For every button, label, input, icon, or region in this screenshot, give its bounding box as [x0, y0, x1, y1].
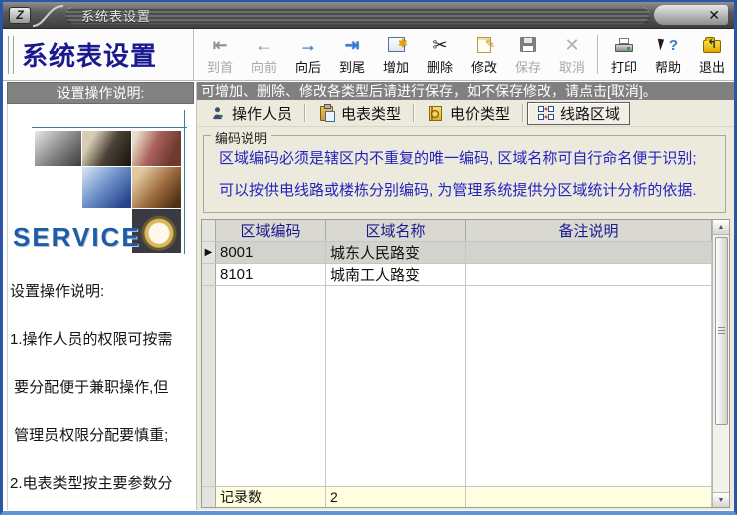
instructions-text: 设置操作说明: 1.操作人员的权限可按需 要分配便于兼职操作,但 管理员权限分配…: [10, 252, 194, 510]
prev-record-button[interactable]: ← 向前: [242, 29, 286, 80]
app-title-panel: 系统表设置: [3, 29, 194, 80]
record-count-value: 2: [326, 487, 466, 507]
scroll-up-icon[interactable]: ▲: [713, 220, 729, 235]
save-button[interactable]: 保存: [506, 29, 550, 80]
scroll-down-icon[interactable]: ▼: [713, 492, 729, 507]
grid-footer-row: 记录数 2: [202, 486, 712, 507]
exit-button[interactable]: ↰ 退出: [690, 29, 734, 80]
app-logo-icon: Z: [9, 7, 31, 24]
table-row[interactable]: ▶ 8001 城东人民路变: [202, 242, 712, 264]
tab-line-regions[interactable]: 线路区域: [527, 102, 630, 125]
toolbar-gripper: [6, 36, 9, 74]
collage-hand-image: [132, 167, 181, 208]
prev-record-icon: ←: [255, 34, 273, 56]
toolbar: 系统表设置 ⇤ 到首 ← 向前 → 向后 ⇥ 到尾 ✱: [3, 29, 734, 81]
next-record-button[interactable]: → 向后: [286, 29, 330, 80]
tab-meter-types[interactable]: 电表类型: [309, 102, 410, 125]
exit-folder-icon: ↰: [703, 34, 721, 56]
column-header-name[interactable]: 区域名称: [326, 220, 466, 241]
decor-line-horizontal: [32, 127, 187, 128]
vertical-scrollbar[interactable]: ▲ ▼: [712, 220, 729, 507]
printer-icon: [615, 34, 633, 56]
region-blocks-icon: [537, 105, 554, 122]
sidebar-header: 设置操作说明:: [7, 82, 194, 104]
price-book-icon: [427, 105, 444, 122]
cell-code: 8001: [216, 242, 326, 263]
cell-code: 8101: [216, 264, 326, 285]
grid-empty-area: [202, 286, 712, 486]
titlebar-curve-left: [31, 2, 65, 28]
tab-price-types[interactable]: 电价类型: [418, 102, 519, 125]
edit-note-icon: ✎: [477, 34, 491, 56]
column-header-code[interactable]: 区域编码: [216, 220, 326, 241]
first-record-icon: ⇤: [212, 34, 227, 56]
row-indicator: [202, 264, 216, 285]
last-record-button[interactable]: ⇥ 到尾: [330, 29, 374, 80]
window-title: 系统表设置: [81, 6, 151, 25]
help-button[interactable]: ? 帮助: [646, 29, 690, 80]
main-area: 设置操作说明: SERVICE 设置操作说明: 1.操作人员的权限可按需 要分配…: [3, 81, 734, 511]
toolbar-separator: [597, 35, 599, 74]
collage-tools-image: [35, 131, 81, 166]
cancel-button[interactable]: ✕ 取消: [550, 29, 594, 80]
cell-note: [466, 242, 712, 263]
tab-separator: [304, 104, 306, 122]
add-grid-icon: ✱: [388, 34, 405, 56]
region-grid: 区域编码 区域名称 备注说明 ▶ 8001 城东人民路变 8101 城南工人路变: [201, 219, 730, 508]
first-record-button[interactable]: ⇤ 到首: [198, 29, 242, 80]
grid-corner: [202, 220, 216, 241]
close-icon[interactable]: ✕: [708, 8, 720, 22]
groupbox-line: 区域编码必须是辖区内不重复的唯一编码, 区域名称可自行命名便于识别;: [219, 147, 725, 168]
category-tabs: 操作人员 电表类型 电价类型: [197, 100, 734, 127]
help-cursor-icon: ?: [658, 34, 678, 56]
floppy-icon: [520, 34, 536, 56]
collage-keyboard-image: [82, 167, 131, 208]
cancel-x-icon: ✕: [564, 34, 579, 56]
last-record-icon: ⇥: [344, 34, 359, 56]
next-record-icon: →: [299, 34, 317, 56]
notice-bar: 可增加、删除、修改各类型后请进行保存，如不保存修改，请点击[取消]。: [197, 82, 734, 100]
grid-header-row: 区域编码 区域名称 备注说明: [202, 220, 712, 242]
page-title: 系统表设置: [22, 36, 157, 73]
toolbar-gripper: [11, 36, 14, 74]
table-row[interactable]: 8101 城南工人路变: [202, 264, 712, 286]
app-window: Z 系统表设置 ✕ 系统表设置 ⇤ 到首 ← 向前 →: [0, 0, 737, 515]
record-count-label: 记录数: [216, 487, 326, 507]
grid-body: 区域编码 区域名称 备注说明 ▶ 8001 城东人民路变 8101 城南工人路变: [202, 220, 712, 507]
clipboard-icon: [318, 105, 335, 122]
content-panel: 可增加、删除、修改各类型后请进行保存，如不保存修改，请点击[取消]。 操作人员 …: [196, 82, 734, 510]
modify-button[interactable]: ✎ 修改: [462, 29, 506, 80]
sidebar-body: SERVICE 设置操作说明: 1.操作人员的权限可按需 要分配便于兼职操作,但…: [7, 104, 194, 510]
column-header-note[interactable]: 备注说明: [466, 220, 712, 241]
cell-name: 城东人民路变: [326, 242, 466, 263]
groupbox-line: 可以按供电线路或楼栋分别编码, 为管理系统提供分区域统计分析的依据.: [219, 179, 725, 200]
print-button[interactable]: 打印: [602, 29, 646, 80]
coding-note-groupbox: 编码说明 区域编码必须是辖区内不重复的唯一编码, 区域名称可自行命名便于识别; …: [203, 135, 726, 213]
tab-separator: [413, 104, 415, 122]
titlebar: Z 系统表设置 ✕: [3, 2, 734, 29]
tab-separator: [522, 104, 524, 122]
service-logo-text: SERVICE: [13, 222, 141, 253]
titlebar-band: 系统表设置: [65, 6, 650, 25]
scrollbar-thumb[interactable]: [715, 237, 728, 425]
collage-pen-image: [82, 131, 131, 166]
sidebar: 设置操作说明: SERVICE 设置操作说明: 1.操作人员的权限可按需 要分配…: [7, 82, 194, 510]
tab-operators[interactable]: 操作人员: [200, 102, 301, 125]
titlebar-right: ✕: [654, 5, 728, 25]
scissors-icon: ✂: [432, 34, 447, 56]
toolbar-buttons: ⇤ 到首 ← 向前 → 向后 ⇥ 到尾 ✱ 增加 ✂: [194, 29, 734, 80]
add-button[interactable]: ✱ 增加: [374, 29, 418, 80]
cell-note: [466, 264, 712, 285]
row-marker-icon: ▶: [202, 242, 216, 263]
groupbox-title: 编码说明: [211, 128, 271, 147]
decor-line-vertical: [184, 110, 185, 254]
cell-name: 城南工人路变: [326, 264, 466, 285]
person-icon: [209, 105, 226, 122]
collage-straps-image: [132, 131, 181, 166]
delete-button[interactable]: ✂ 删除: [418, 29, 462, 80]
